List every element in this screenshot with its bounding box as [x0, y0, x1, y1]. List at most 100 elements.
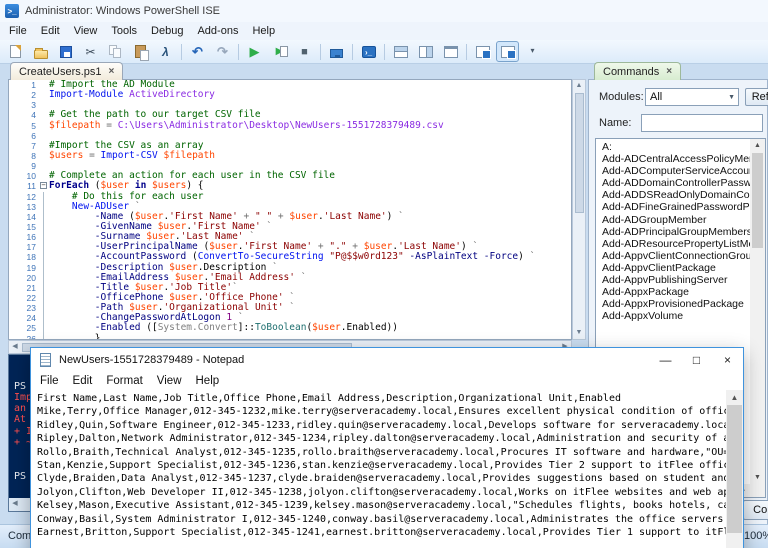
copy-button[interactable]	[104, 41, 127, 62]
fold-marker	[39, 293, 49, 303]
line-number: 23	[9, 303, 39, 313]
modules-dropdown[interactable]: All ▼	[645, 88, 739, 106]
save-script-button[interactable]	[54, 41, 77, 62]
csv-line: Ripley,Dalton,Network Administrator,012-…	[37, 432, 726, 445]
menu-addons[interactable]: Add-ons	[190, 23, 245, 39]
command-list-item[interactable]: Add-ADGroupMember	[597, 214, 750, 226]
show-script-pane-right-button[interactable]	[414, 41, 437, 62]
close-icon[interactable]: ×	[712, 348, 743, 372]
redo-button[interactable]: ↷	[211, 41, 234, 62]
scroll-left-icon[interactable]: ◀	[9, 341, 21, 353]
command-list-item[interactable]: Add-AppxProvisionedPackage	[597, 298, 750, 310]
command-list-item[interactable]: Add-AppvClientPackage	[597, 262, 750, 274]
notepad-menu-format[interactable]: Format	[99, 374, 149, 388]
command-list-item[interactable]: Add-ADDSReadOnlyDomainControllerAccount	[597, 189, 750, 201]
show-command-window-button[interactable]	[471, 41, 494, 62]
command-list-item[interactable]: Add-ADDomainControllerPasswordReplicatio…	[597, 177, 750, 189]
notepad-menu-edit[interactable]: Edit	[66, 374, 100, 388]
command-list-item[interactable]: Add-AppvPublishingServer	[597, 274, 750, 286]
show-command-addon-button[interactable]	[496, 41, 519, 62]
notepad-vertical-scrollbar[interactable]: ▲	[726, 390, 743, 548]
fold-marker[interactable]: −	[39, 181, 49, 191]
editor-vscroll-thumb[interactable]	[575, 93, 584, 213]
toolbar-separator	[466, 44, 467, 60]
editor-vertical-scrollbar[interactable]: ▲ ▼	[572, 79, 586, 340]
fold-column	[39, 141, 49, 151]
menu-help[interactable]: Help	[245, 23, 282, 39]
command-name-input[interactable]	[641, 114, 763, 132]
command-list-item[interactable]: Add-AppxVolume	[597, 310, 750, 322]
maximize-icon[interactable]: □	[681, 348, 712, 372]
notepad-scroll-up-icon[interactable]: ▲	[726, 390, 743, 405]
show-script-pane-top-button[interactable]	[389, 41, 412, 62]
command-list-item[interactable]: Add-ADPrincipalGroupMembership	[597, 226, 750, 238]
code-token: `	[266, 221, 272, 232]
open-script-button[interactable]	[29, 41, 52, 62]
run-selection-button[interactable]: ▶	[268, 41, 291, 62]
line-number: 2	[9, 90, 39, 100]
command-list-item[interactable]: A:	[597, 141, 750, 153]
menu-edit[interactable]: Edit	[34, 23, 67, 39]
menu-view[interactable]: View	[67, 23, 105, 39]
menu-tools[interactable]: Tools	[104, 23, 144, 39]
code-line-8: 8$users = Import-CSV $filepath	[9, 151, 571, 161]
commands-tab[interactable]: Commands ×	[594, 62, 681, 80]
command-list-item[interactable]: Add-ADComputerServiceAccount	[597, 165, 750, 177]
scroll-up-icon[interactable]: ▲	[573, 80, 585, 92]
menu-debug[interactable]: Debug	[144, 23, 190, 39]
notepad-menu-view[interactable]: View	[150, 374, 189, 388]
script-tab-close-icon[interactable]: ×	[109, 67, 115, 77]
csv-line: Clyde,Braiden,Data Analyst,012-345-1237,…	[37, 472, 726, 485]
code-line-26: 26 }	[9, 334, 571, 340]
notepad-titlebar[interactable]: NewUsers-1551728379489 - Notepad — □ ×	[31, 348, 743, 372]
command-list-item[interactable]: Add-ADCentralAccessPolicyMember	[597, 153, 750, 165]
code-token: $user	[312, 322, 341, 333]
refresh-button[interactable]: Refresh	[745, 88, 768, 106]
notepad-menu-file[interactable]: File	[33, 374, 66, 388]
line-number: 15	[9, 222, 39, 232]
show-script-pane-maximized-button[interactable]	[439, 41, 462, 62]
command-list-item[interactable]: Add-ADFineGrainedPasswordPolicySubject	[597, 201, 750, 213]
command-list-item[interactable]: Add-AppxPackage	[597, 286, 750, 298]
new-remote-powershell-tab-button[interactable]	[325, 41, 348, 62]
command-list-item[interactable]: Add-AppvClientConnectionGroup	[597, 250, 750, 262]
commands-vertical-scrollbar[interactable]: ▲ ▼	[750, 139, 765, 484]
menu-file[interactable]: File	[2, 23, 34, 39]
clear-console-pane-icon: λ	[158, 44, 174, 60]
commands-scroll-up-icon[interactable]: ▲	[750, 139, 765, 152]
toolbar-overflow-button[interactable]: ▾	[521, 41, 544, 62]
code-token: ToBoolean	[255, 322, 306, 333]
code-text: -Enabled ([System.Convert]::ToBoolean($u…	[49, 323, 398, 333]
script-editor[interactable]: 1# Import the AD Module2Import-Module Ac…	[8, 79, 572, 340]
fold-marker	[39, 263, 49, 273]
fold-marker	[39, 323, 49, 333]
notepad-text-area[interactable]: First Name,Last Name,Job Title,Office Ph…	[33, 390, 726, 548]
ise-titlebar[interactable]: >_ Administrator: Windows PowerShell ISE	[0, 0, 768, 22]
line-number: 14	[9, 212, 39, 222]
console-scroll-left-icon[interactable]: ◀	[9, 498, 21, 510]
commands-vscroll-thumb[interactable]	[752, 153, 763, 248]
script-file-tab[interactable]: CreateUsers.ps1 ×	[10, 62, 123, 80]
command-list-item[interactable]: Add-ADResourcePropertyListMember	[597, 238, 750, 250]
stop-operation-button[interactable]: ■	[293, 41, 316, 62]
notepad-vscroll-thumb[interactable]	[727, 405, 742, 533]
line-number: 20	[9, 273, 39, 283]
undo-button[interactable]: ↶	[186, 41, 209, 62]
paste-button[interactable]	[129, 41, 152, 62]
code-text: }	[49, 334, 100, 340]
cut-button[interactable]: ✂	[79, 41, 102, 62]
new-script-button[interactable]	[4, 41, 27, 62]
notepad-menu-help[interactable]: Help	[189, 374, 227, 388]
clear-console-pane-button[interactable]: λ	[154, 41, 177, 62]
copy-command-button[interactable]: Copy	[743, 500, 768, 520]
code-text: Import-Module ActiveDirectory	[49, 90, 215, 100]
commands-tab-close-icon[interactable]: ×	[666, 67, 672, 77]
commands-scroll-down-icon[interactable]: ▼	[750, 471, 765, 484]
start-powershell-exe-button[interactable]: ›_	[357, 41, 380, 62]
run-script-button[interactable]: ▶	[243, 41, 266, 62]
line-number: 11	[9, 181, 39, 191]
scroll-down-icon[interactable]: ▼	[573, 327, 585, 339]
minimize-icon[interactable]: —	[650, 348, 681, 372]
collapse-region-icon[interactable]: −	[40, 182, 47, 189]
fold-column	[39, 80, 49, 90]
